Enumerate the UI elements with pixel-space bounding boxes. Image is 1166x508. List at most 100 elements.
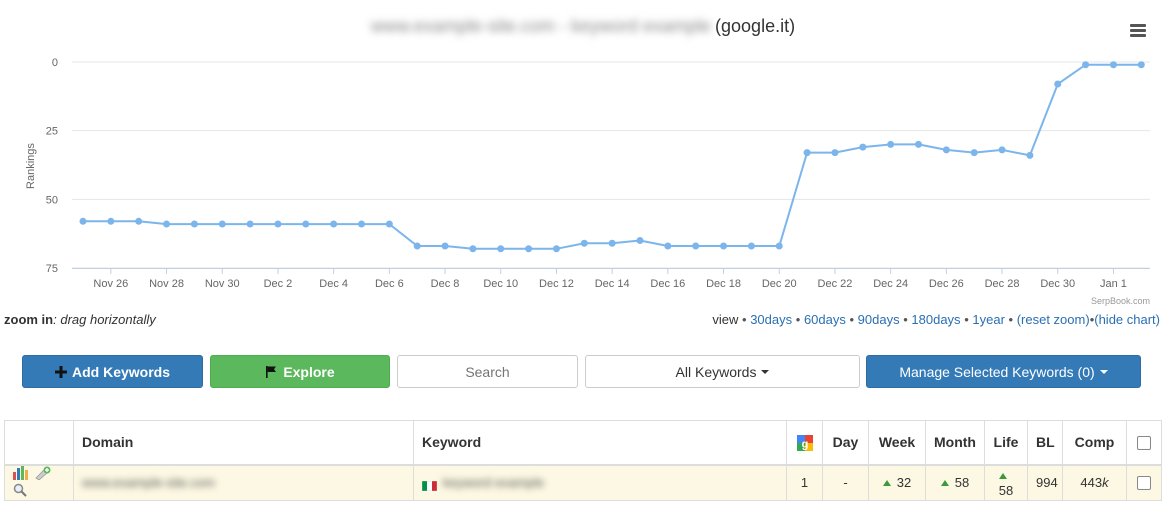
data-point[interactable] [190, 220, 198, 228]
zoom-hint: zoom in: drag horizontally [4, 312, 156, 327]
data-point[interactable] [497, 245, 505, 253]
header-comp[interactable]: Comp [1062, 420, 1127, 466]
search-input[interactable] [397, 355, 578, 388]
header-domain[interactable]: Domain [73, 420, 414, 466]
row-week: 32 [868, 464, 926, 501]
search-icon[interactable] [13, 483, 27, 500]
keyword-filter-label: All Keywords [675, 363, 757, 380]
y-axis-label: Rankings [25, 143, 37, 189]
data-point[interactable] [358, 220, 365, 228]
data-point[interactable] [608, 239, 616, 247]
ranking-chart[interactable]: 0 25 50 75 Nov 26 Nov 28 Nov 30 Dec 2 Dec 4 Dec … [0, 40, 1166, 296]
data-point[interactable] [302, 220, 310, 228]
data-point[interactable] [441, 242, 449, 250]
trend-up-icon [940, 480, 949, 487]
data-point[interactable] [636, 237, 644, 245]
header-keyword[interactable]: Keyword [413, 420, 787, 466]
data-point[interactable] [831, 149, 839, 157]
header-bl[interactable]: BL [1027, 420, 1063, 466]
row-select-checkbox[interactable] [1137, 476, 1151, 491]
data-point[interactable] [163, 220, 171, 228]
add-note-icon[interactable] [34, 466, 51, 483]
caret-down-icon [1099, 369, 1108, 374]
zoom-hint-text: : drag horizontally [53, 312, 156, 327]
row-keyword-text[interactable]: keyword example [443, 475, 544, 490]
header-month[interactable]: Month [925, 420, 985, 466]
row-bl: 994 [1027, 464, 1063, 501]
chart-credit[interactable]: SerpBook.com [1091, 296, 1150, 306]
chart-title-blurred: www.example-site.com - keyword example [370, 16, 712, 36]
select-all-checkbox[interactable] [1137, 436, 1151, 451]
view-30days-link[interactable]: 30days [750, 312, 792, 327]
row-life-value: 58 [998, 482, 1014, 498]
row-month-value: 58 [954, 475, 970, 491]
data-point[interactable] [107, 217, 115, 225]
data-point[interactable] [469, 245, 477, 253]
header-day[interactable]: Day [822, 420, 869, 466]
row-domain[interactable]: www.example-site.com [73, 464, 414, 501]
row-domain-text[interactable]: www.example-site.com [82, 475, 215, 490]
data-point[interactable] [970, 149, 978, 157]
data-point[interactable] [580, 239, 588, 247]
x-tick-label: Dec 28 [985, 278, 1020, 290]
data-point[interactable] [1082, 61, 1090, 69]
header-life[interactable]: Life [984, 420, 1028, 466]
row-select[interactable] [1126, 464, 1162, 501]
x-tick-label: Dec 2 [264, 278, 293, 290]
add-keywords-button[interactable]: Add Keywords [22, 355, 203, 388]
header-google[interactable]: g [786, 420, 823, 466]
y-tick-label: 50 [46, 194, 58, 206]
trend-up-icon [999, 472, 1007, 479]
data-point[interactable] [1109, 61, 1117, 69]
chart-menu-icon[interactable] [1130, 24, 1146, 37]
data-point[interactable] [385, 220, 393, 228]
chart-title: www.example-site.com - keyword example (g… [0, 16, 1166, 37]
row-keyword[interactable]: keyword example [413, 464, 787, 501]
view-1year-link[interactable]: 1year [972, 312, 1005, 327]
data-point[interactable] [747, 242, 755, 250]
row-week-value: 32 [896, 475, 912, 491]
data-point[interactable] [274, 220, 282, 228]
y-tick-label: 0 [52, 57, 58, 69]
data-point[interactable] [246, 220, 254, 228]
reset-zoom-link[interactable]: (reset zoom) [1017, 312, 1090, 327]
header-select-all[interactable] [1126, 420, 1162, 466]
data-point[interactable] [775, 242, 783, 250]
data-point[interactable] [525, 245, 533, 253]
data-point[interactable] [859, 143, 867, 151]
view-180days-link[interactable]: 180days [911, 312, 960, 327]
bar-chart-icon[interactable] [13, 465, 29, 483]
data-point[interactable] [692, 242, 700, 250]
keyword-filter-dropdown[interactable]: All Keywords [585, 355, 860, 388]
x-tick-label: Nov 26 [93, 278, 128, 290]
data-point[interactable] [413, 242, 421, 250]
header-week[interactable]: Week [868, 420, 926, 466]
data-point[interactable] [330, 220, 338, 228]
x-tick-label: Dec 6 [375, 278, 404, 290]
data-point[interactable] [552, 245, 560, 253]
x-tick-label: Dec 12 [539, 278, 574, 290]
data-point[interactable] [887, 140, 895, 148]
data-point[interactable] [79, 217, 87, 225]
data-point[interactable] [998, 146, 1006, 154]
view-60days-link[interactable]: 60days [804, 312, 846, 327]
data-point[interactable] [915, 140, 922, 148]
manage-selected-button[interactable]: Manage Selected Keywords (0) [866, 355, 1141, 388]
data-point[interactable] [1137, 61, 1145, 69]
data-point[interactable] [135, 217, 143, 225]
view-90days-link[interactable]: 90days [858, 312, 900, 327]
data-point[interactable] [803, 149, 811, 157]
data-point[interactable] [942, 146, 950, 154]
data-point[interactable] [720, 242, 728, 250]
data-point[interactable] [218, 220, 226, 228]
table-row: www.example-site.com keyword example 1 -… [4, 464, 1162, 501]
data-point[interactable] [1054, 80, 1062, 88]
row-comp: 443k [1062, 464, 1127, 501]
data-point[interactable] [664, 242, 672, 250]
explore-button[interactable]: Explore [210, 355, 390, 388]
hide-chart-link[interactable]: (hide chart) [1094, 312, 1160, 327]
trend-up-icon [882, 480, 891, 487]
caret-down-icon [761, 369, 770, 374]
data-point[interactable] [1026, 151, 1034, 159]
header-icons [4, 420, 74, 466]
